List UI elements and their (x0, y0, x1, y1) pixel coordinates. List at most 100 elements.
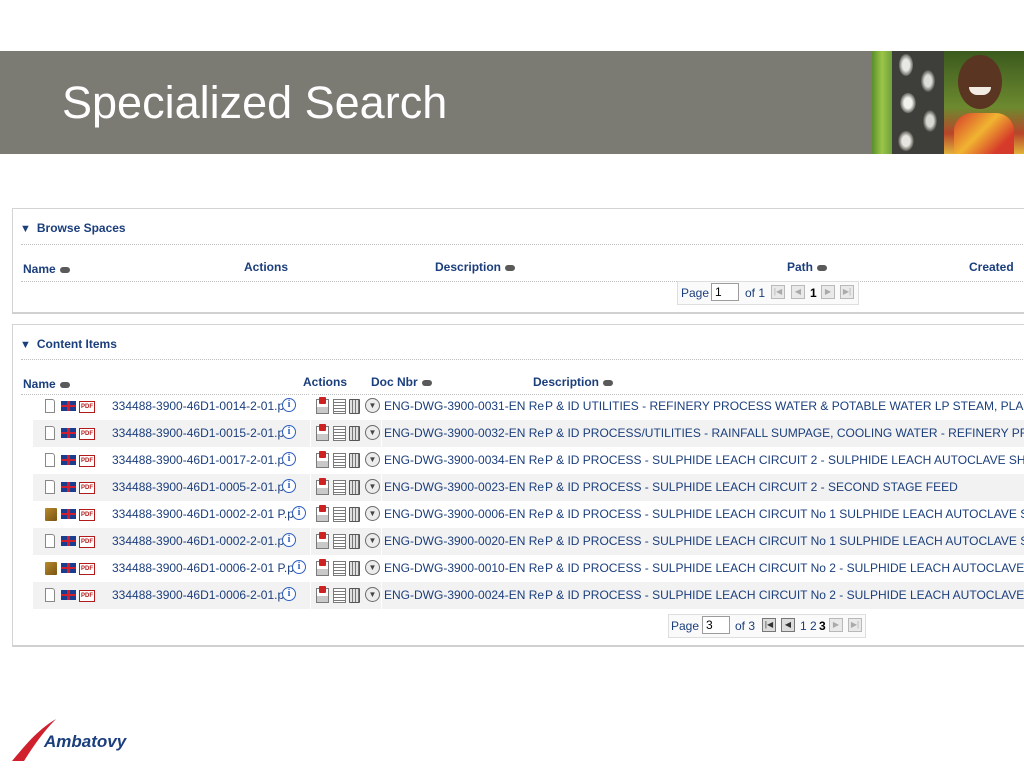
last-page-icon[interactable]: ▶| (840, 285, 854, 299)
more-actions-icon[interactable]: ▼ (365, 452, 380, 467)
info-icon[interactable]: i (282, 452, 296, 466)
content-items-header[interactable]: ▼ Content Items (20, 337, 117, 351)
doc-number: ENG-DWG-3900-0006-EN Rev: 1 (384, 507, 544, 521)
sort-icon[interactable] (603, 379, 614, 386)
more-actions-icon[interactable]: ▼ (365, 587, 380, 602)
next-page-icon[interactable]: ▶ (829, 618, 843, 632)
col-description[interactable]: Description (533, 375, 614, 389)
uk-flag-icon (61, 509, 76, 519)
page-link-1[interactable]: 1 (810, 286, 817, 300)
more-actions-icon[interactable]: ▼ (365, 479, 380, 494)
column-separator (310, 447, 311, 474)
properties-icon[interactable] (333, 588, 346, 603)
info-icon[interactable]: i (282, 425, 296, 439)
prev-page-icon[interactable]: ◀ (791, 285, 805, 299)
column-separator (310, 555, 311, 582)
col-path[interactable]: Path (787, 260, 828, 274)
checkin-icon[interactable] (316, 559, 329, 576)
page-link-3[interactable]: 3 (819, 619, 826, 633)
file-name-link[interactable]: 334488-3900-46D1-0002-2-01 P.pdf (112, 507, 304, 521)
col-name[interactable]: Name (23, 377, 70, 391)
delete-icon[interactable] (349, 453, 360, 468)
col-description[interactable]: Description (435, 260, 516, 274)
properties-icon[interactable] (333, 480, 346, 495)
properties-icon[interactable] (333, 453, 346, 468)
table-row: PDF 334488-3900-46D1-0006-2-01.pdf i ▼ ENG-D… (33, 582, 1024, 609)
file-name-link[interactable]: 334488-3900-46D1-0014-2-01.pdf (112, 399, 294, 413)
page-number-input[interactable] (711, 283, 739, 301)
properties-icon[interactable] (333, 534, 346, 549)
sort-icon[interactable] (59, 266, 70, 273)
file-name-link[interactable]: 334488-3900-46D1-0002-2-01.pdf (112, 534, 294, 548)
content-items-pager: Page of 3 |◀ ◀ 1 2 3 ▶ ▶| (668, 614, 866, 638)
properties-icon[interactable] (333, 561, 346, 576)
col-doc-nbr[interactable]: Doc Nbr (371, 375, 432, 389)
checkin-icon[interactable] (316, 451, 329, 468)
info-icon[interactable]: i (292, 506, 306, 520)
delete-icon[interactable] (349, 561, 360, 576)
col-created[interactable]: Created (969, 260, 1014, 274)
file-name-link[interactable]: 334488-3900-46D1-0006-2-01.pdf (112, 588, 294, 602)
page-link-2[interactable]: 2 (810, 619, 817, 633)
file-name-link[interactable]: 334488-3900-46D1-0017-2-01.pdf (112, 453, 294, 467)
doc-number: ENG-DWG-3900-0031-EN Rev: 3 (384, 399, 544, 413)
checkin-icon[interactable] (316, 532, 329, 549)
sort-icon[interactable] (505, 264, 516, 271)
uk-flag-icon (61, 401, 76, 411)
delete-icon[interactable] (349, 426, 360, 441)
column-separator (310, 420, 311, 447)
pdf-icon: PDF (79, 428, 95, 440)
column-separator (310, 501, 311, 528)
properties-icon[interactable] (333, 426, 346, 441)
uk-flag-icon (61, 563, 76, 573)
pdf-icon: PDF (79, 401, 95, 413)
delete-icon[interactable] (349, 588, 360, 603)
properties-icon[interactable] (333, 399, 346, 414)
file-name-link[interactable]: 334488-3900-46D1-0005-2-01.pdf (112, 480, 294, 494)
more-actions-icon[interactable]: ▼ (365, 425, 380, 440)
prev-page-icon[interactable]: ◀ (781, 618, 795, 632)
info-icon[interactable]: i (282, 533, 296, 547)
delete-icon[interactable] (349, 507, 360, 522)
sort-icon[interactable] (59, 381, 70, 388)
page-number-input[interactable] (702, 616, 730, 634)
more-actions-icon[interactable]: ▼ (365, 398, 380, 413)
checkin-icon[interactable] (316, 424, 329, 441)
info-icon[interactable]: i (282, 398, 296, 412)
collapse-triangle-icon[interactable]: ▼ (20, 339, 31, 351)
more-actions-icon[interactable]: ▼ (365, 506, 380, 521)
checkin-icon[interactable] (316, 397, 329, 414)
delete-icon[interactable] (349, 480, 360, 495)
checkin-icon[interactable] (316, 478, 329, 495)
first-page-icon[interactable]: |◀ (762, 618, 776, 632)
col-name-label: Name (23, 262, 56, 276)
checkin-icon[interactable] (316, 505, 329, 522)
column-separator (310, 528, 311, 555)
last-page-icon[interactable]: ▶| (848, 618, 862, 632)
more-actions-icon[interactable]: ▼ (365, 560, 380, 575)
file-name-link[interactable]: 334488-3900-46D1-0006-2-01 P.pdf (112, 561, 304, 575)
info-icon[interactable]: i (282, 479, 296, 493)
sort-icon[interactable] (817, 264, 828, 271)
divider (21, 244, 1024, 245)
delete-icon[interactable] (349, 399, 360, 414)
first-page-icon[interactable]: |◀ (771, 285, 785, 299)
browse-spaces-header[interactable]: ▼ Browse Spaces (20, 221, 126, 235)
collapse-triangle-icon[interactable]: ▼ (20, 223, 31, 235)
delete-icon[interactable] (349, 534, 360, 549)
checkin-icon[interactable] (316, 586, 329, 603)
description-text: P & ID PROCESS - SULPHIDE LEACH CIRCUIT … (545, 507, 1024, 521)
sort-icon[interactable] (421, 379, 432, 386)
table-row: PDF 334488-3900-46D1-0005-2-01.pdf i ▼ ENG-D… (33, 474, 1024, 501)
col-name[interactable]: Name (23, 262, 70, 276)
pdf-icon: PDF (79, 590, 95, 602)
more-actions-icon[interactable]: ▼ (365, 533, 380, 548)
info-icon[interactable]: i (282, 587, 296, 601)
next-page-icon[interactable]: ▶ (821, 285, 835, 299)
col-path-label: Path (787, 260, 814, 274)
properties-icon[interactable] (333, 507, 346, 522)
col-actions: Actions (303, 375, 348, 389)
file-name-link[interactable]: 334488-3900-46D1-0015-2-01.pdf (112, 426, 294, 440)
page-link-1[interactable]: 1 (800, 619, 807, 633)
info-icon[interactable]: i (292, 560, 306, 574)
